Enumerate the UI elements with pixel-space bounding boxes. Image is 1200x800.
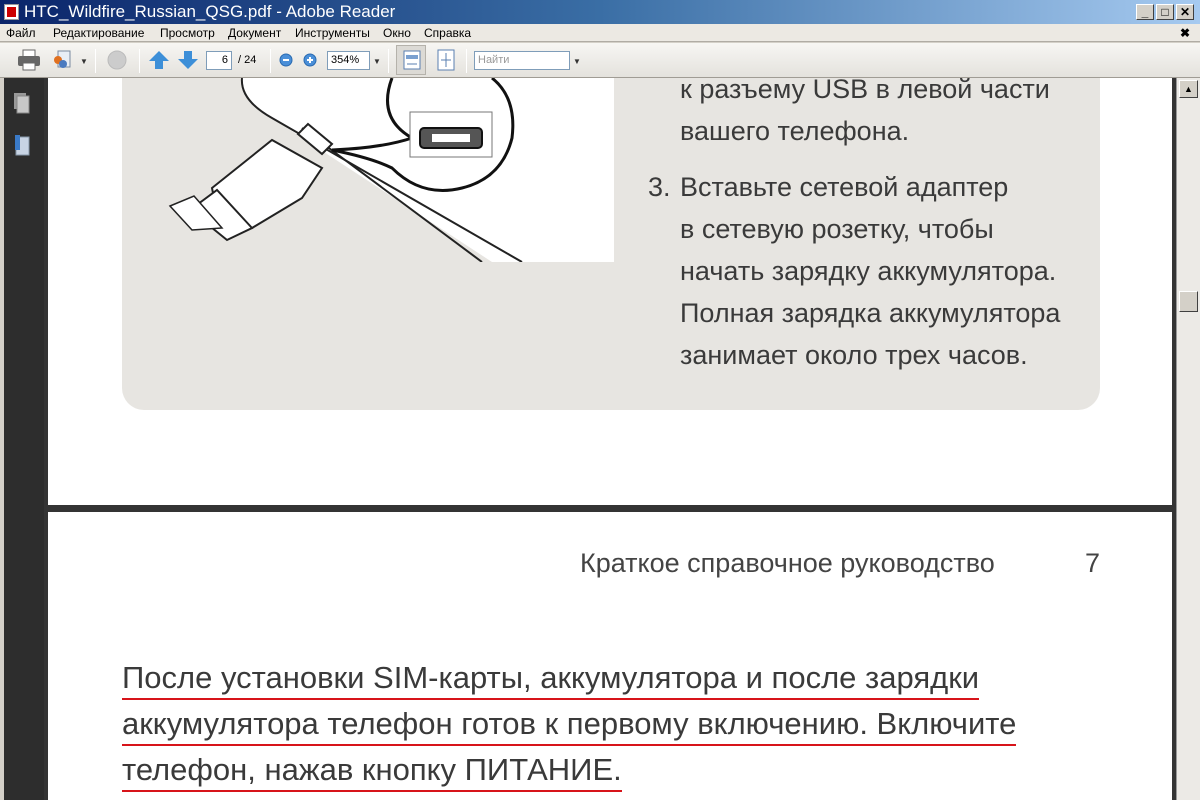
toolbar-separator <box>466 49 467 73</box>
menu-window[interactable]: Окно <box>383 24 411 42</box>
body-text-line: аккумулятора телефон готов к первому вкл… <box>122 704 1017 746</box>
review-icon <box>107 50 127 70</box>
pdf-page-7: Краткое справочное руководство 7 После у… <box>48 512 1172 800</box>
minimize-button[interactable]: _ <box>1136 4 1154 20</box>
document-close-button[interactable]: ✖ <box>1180 24 1190 42</box>
page-total: / 24 <box>238 54 257 66</box>
instruction-text-line: вашего телефона. <box>680 116 910 146</box>
step-text-line: занимает около трех часов. <box>680 340 1028 370</box>
close-button[interactable]: ✕ <box>1176 4 1194 20</box>
toolbar-separator <box>270 49 271 73</box>
menu-document[interactable]: Документ <box>228 24 281 42</box>
next-page-icon[interactable] <box>177 49 199 71</box>
scrollbar-thumb[interactable] <box>1179 291 1198 312</box>
menu-file[interactable]: Файл <box>6 24 36 42</box>
menu-bar: Файл Редактирование Просмотр Документ Ин… <box>0 24 1200 42</box>
step-number: 3. <box>648 172 671 202</box>
pdf-app-icon <box>4 4 19 20</box>
document-view: к разъему USB в левой части вашего телеф… <box>44 78 1176 800</box>
page-number: 7 <box>1085 548 1101 578</box>
chevron-down-icon[interactable]: ▼ <box>573 57 581 66</box>
instruction-text-line: к разъему USB в левой части <box>680 78 1050 104</box>
menu-edit[interactable]: Редактирование <box>53 24 144 42</box>
toolbar: ▼ 6 / 24 354% ▼ Найти ▼ <box>0 43 1200 78</box>
window-title: HTC_Wildfire_Russian_QSG.pdf - Adobe Rea… <box>24 2 396 21</box>
pages-icon[interactable] <box>12 92 32 116</box>
find-input[interactable]: Найти <box>474 51 570 70</box>
vertical-scrollbar[interactable]: ▲ <box>1176 78 1200 800</box>
fit-page-icon[interactable] <box>437 49 455 71</box>
step-text-line: начать зарядку аккумулятора. <box>680 256 1057 286</box>
step-text-line: Вставьте сетевой адаптер <box>680 172 1009 202</box>
print-icon[interactable] <box>16 49 42 71</box>
zoom-input[interactable]: 354% <box>327 51 370 70</box>
page-header: Краткое справочное руководство <box>580 548 995 578</box>
body-text-line: После установки SIM-карты, аккумулятора … <box>122 658 980 700</box>
step-text-line: Полная зарядка аккумулятора <box>680 298 1061 328</box>
fit-width-icon <box>403 50 421 70</box>
toolbar-separator <box>388 49 389 73</box>
title-bar: HTC_Wildfire_Russian_QSG.pdf - Adobe Rea… <box>0 0 1200 24</box>
zoom-out-icon[interactable] <box>278 49 294 71</box>
zoom-in-icon[interactable] <box>302 49 318 71</box>
previous-page-icon[interactable] <box>148 49 170 71</box>
maximize-button[interactable]: □ <box>1156 4 1174 20</box>
usb-connection-illustration <box>168 78 614 262</box>
step-text-line: в сетевую розетку, чтобы <box>680 214 994 244</box>
chevron-down-icon[interactable]: ▼ <box>373 57 381 66</box>
chevron-down-icon[interactable]: ▼ <box>80 57 88 66</box>
menu-tools[interactable]: Инструменты <box>295 24 370 42</box>
menu-view[interactable]: Просмотр <box>160 24 215 42</box>
body-text-line: телефон, нажав кнопку ПИТАНИЕ. <box>122 750 622 792</box>
scroll-up-button[interactable]: ▲ <box>1179 80 1198 98</box>
toolbar-separator <box>139 49 140 73</box>
menu-help[interactable]: Справка <box>424 24 471 42</box>
bookmarks-icon[interactable] <box>12 134 32 158</box>
toolbar-separator <box>95 49 96 73</box>
fit-width-button[interactable] <box>396 45 426 75</box>
collaborate-icon[interactable] <box>50 49 74 71</box>
pdf-page-6: к разъему USB в левой части вашего телеф… <box>48 78 1172 505</box>
page-number-input[interactable]: 6 <box>206 51 232 70</box>
navigation-panel <box>0 78 44 800</box>
